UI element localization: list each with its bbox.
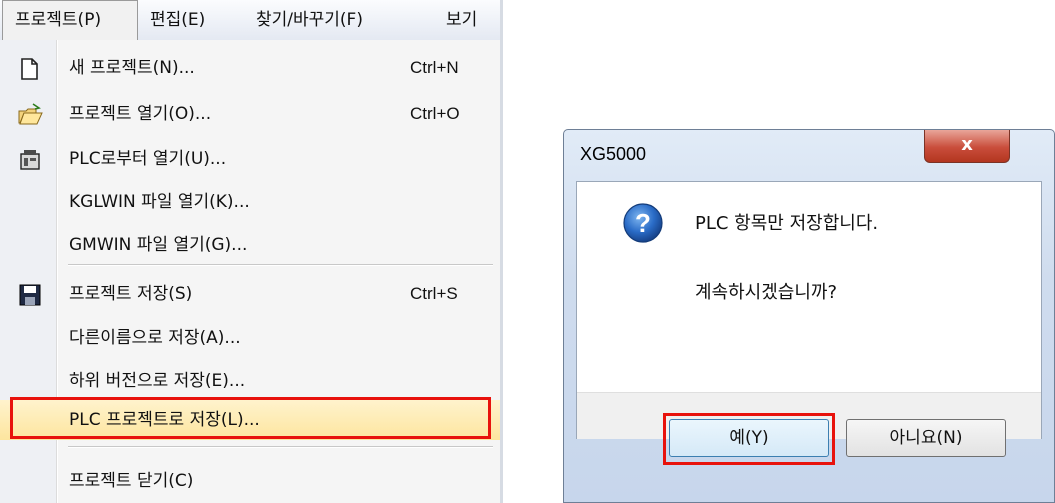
menu-item-new-project[interactable]: 새 프로젝트(N)... Ctrl+N — [0, 48, 500, 88]
menu-right-edge — [500, 0, 503, 503]
floppy-save-icon — [17, 282, 43, 306]
svg-text:?: ? — [635, 208, 651, 238]
menubar-project[interactable]: 프로젝트(P) — [2, 0, 138, 42]
question-icon: ? — [622, 202, 664, 244]
menu-item-label: GMWIN 파일 열기(G)... — [69, 235, 248, 255]
menu-item-label: 프로젝트 저장(S) — [69, 284, 193, 304]
menu-item-shortcut: Ctrl+N — [410, 58, 459, 77]
confirm-dialog: XG5000 x ? PLC 항목만 저장합니다. 계속하시겠습니까? 예(Y)… — [563, 129, 1055, 503]
menu-item-shortcut: Ctrl+S — [410, 284, 458, 303]
plc-device-icon — [17, 147, 43, 171]
menu-item-save-project[interactable]: 프로젝트 저장(S) Ctrl+S — [0, 274, 500, 314]
menubar: 프로젝트(P) 편집(E) 찾기/바꾸기(F) 보기 — [0, 0, 503, 42]
menubar-find-replace[interactable]: 찾기/바꾸기(F) — [244, 0, 363, 40]
menu-item-label: KGLWIN 파일 열기(K)... — [69, 192, 250, 212]
menu-separator — [68, 446, 493, 448]
open-folder-icon — [17, 102, 43, 126]
menu-item-open-kglwin[interactable]: KGLWIN 파일 열기(K)... — [0, 182, 500, 222]
menu-item-label: 하위 버전으로 저장(E)... — [69, 371, 246, 391]
menu-item-label: 다른이름으로 저장(A)... — [69, 328, 241, 348]
menu-separator — [68, 264, 493, 266]
new-document-icon — [17, 56, 43, 80]
menu-item-save-lower-version[interactable]: 하위 버전으로 저장(E)... — [0, 361, 500, 401]
menu-item-close-project[interactable]: 프로젝트 닫기(C) — [0, 461, 500, 501]
highlight-box-menu-item — [10, 397, 491, 439]
highlight-box-yes-button — [663, 413, 835, 465]
menubar-view[interactable]: 보기 — [434, 0, 477, 40]
menubar-edit[interactable]: 편집(E) — [138, 0, 205, 40]
menu-item-open-gmwin[interactable]: GMWIN 파일 열기(G)... — [0, 225, 500, 265]
dialog-title: XG5000 — [580, 144, 647, 164]
dialog-message-line2: 계속하시겠습니까? — [695, 282, 838, 303]
menu-item-save-as[interactable]: 다른이름으로 저장(A)... — [0, 318, 500, 358]
menu-item-label: 프로젝트 닫기(C) — [69, 471, 194, 491]
close-button[interactable]: x — [924, 130, 1010, 163]
menu-item-open-from-plc[interactable]: PLC로부터 열기(U)... — [0, 139, 500, 179]
menu-item-shortcut: Ctrl+O — [410, 104, 460, 123]
menu-item-label: 프로젝트 열기(O)... — [69, 104, 212, 124]
menu-item-open-project[interactable]: 프로젝트 열기(O)... Ctrl+O — [0, 94, 500, 134]
menu-item-label: PLC로부터 열기(U)... — [69, 149, 227, 169]
no-button[interactable]: 아니요(N) — [846, 419, 1006, 457]
dialog-message-line1: PLC 항목만 저장합니다. — [695, 213, 879, 234]
menu-item-label: 새 프로젝트(N)... — [69, 58, 195, 78]
